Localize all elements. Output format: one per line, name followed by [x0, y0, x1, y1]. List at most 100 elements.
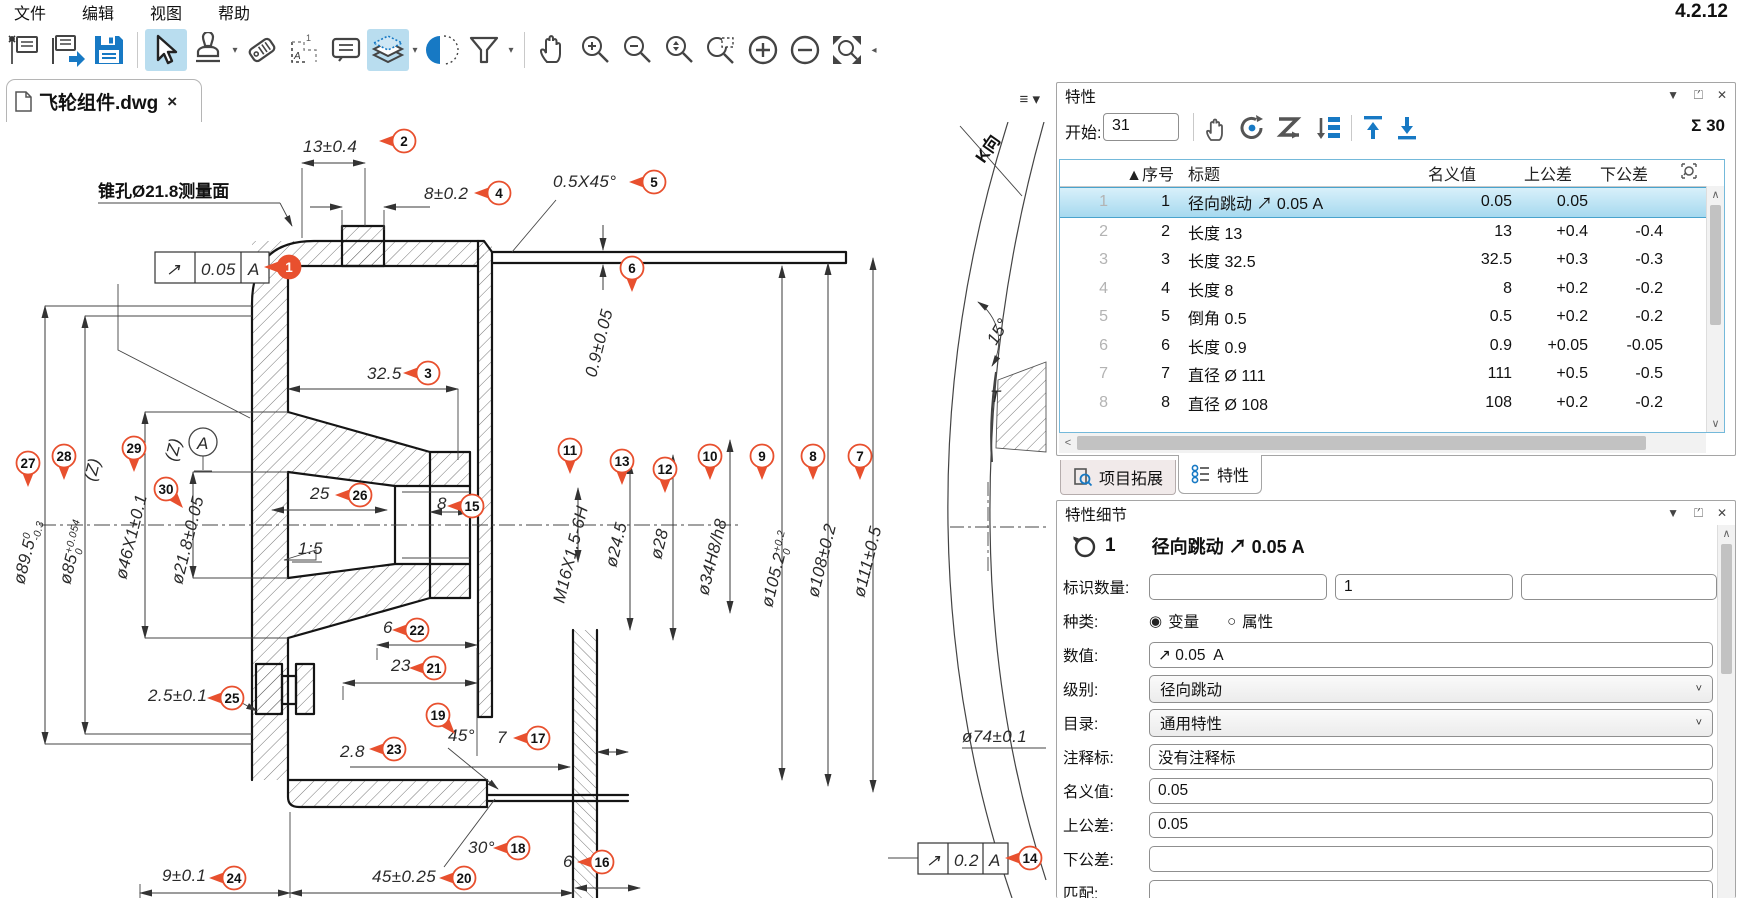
z-order-icon[interactable]: [1275, 113, 1305, 143]
scroll-left-icon[interactable]: <: [1059, 437, 1077, 449]
open-document-icon[interactable]: [46, 29, 88, 71]
tab-close-icon[interactable]: ×: [167, 92, 177, 112]
panel-close-icon[interactable]: ✕: [1717, 88, 1727, 102]
menu-help[interactable]: 帮助: [218, 0, 250, 24]
balloon-20[interactable]: 20: [439, 867, 476, 890]
balloon-21[interactable]: 21: [409, 657, 446, 680]
select-cursor-icon[interactable]: [145, 29, 187, 71]
balloon-29[interactable]: 29: [123, 437, 146, 473]
detail-vertical-scrollbar[interactable]: ∧: [1717, 525, 1735, 898]
renumber-rotate-icon[interactable]: [1237, 113, 1267, 143]
stamp-dropdown-icon[interactable]: ▾: [229, 45, 241, 56]
balloon-27[interactable]: 27: [17, 452, 40, 488]
filter-icon[interactable]: [463, 29, 505, 71]
pick-hand-icon[interactable]: [1203, 114, 1229, 142]
balloon-7[interactable]: 7: [849, 445, 872, 481]
table-row[interactable]: 66长度 0.90.9+0.05-0.05: [1060, 332, 1724, 361]
table-row[interactable]: 33长度 32.532.5+0.3-0.3: [1060, 246, 1724, 275]
detail-pin-icon[interactable]: ⏍: [1694, 506, 1703, 521]
decrease-icon[interactable]: [784, 29, 826, 71]
filter-dropdown-icon[interactable]: ▾: [505, 45, 517, 56]
sort-list-icon[interactable]: [1313, 113, 1343, 143]
balloon-15[interactable]: 15: [447, 495, 484, 518]
radio-attribute[interactable]: ○属性: [1227, 610, 1273, 632]
zoom-out-icon[interactable]: [616, 29, 658, 71]
layers-icon[interactable]: [367, 29, 409, 71]
zoom-in-icon[interactable]: [574, 29, 616, 71]
balloon-6[interactable]: 6: [621, 257, 644, 293]
balloon-3[interactable]: 3: [403, 362, 440, 385]
table-vertical-scrollbar[interactable]: ∧ ∨: [1706, 186, 1724, 432]
panel-pin-icon[interactable]: ⏍: [1694, 88, 1703, 103]
start-number-input[interactable]: 31: [1103, 113, 1179, 141]
scroll-up-icon[interactable]: ∧: [1707, 188, 1724, 201]
scroll-up-icon[interactable]: ∧: [1718, 527, 1735, 540]
layers-dropdown-icon[interactable]: ▾: [409, 45, 421, 56]
balloon-14[interactable]: 14: [1005, 847, 1042, 870]
menu-file[interactable]: 文件: [14, 0, 46, 24]
region-select-icon[interactable]: A1: [283, 29, 325, 71]
move-bottom-icon[interactable]: [1394, 113, 1420, 143]
table-row[interactable]: 44长度 88+0.2-0.2: [1060, 275, 1724, 304]
balloon-18[interactable]: 18: [493, 837, 530, 860]
balloon-4[interactable]: 4: [474, 182, 511, 205]
fcf-runout-14[interactable]: ↗ 0.2 A: [918, 843, 1008, 874]
balloon-28[interactable]: 28: [53, 445, 76, 481]
scroll-down-icon[interactable]: ∨: [1707, 417, 1724, 430]
balloon-24[interactable]: 24: [209, 867, 246, 890]
col-header-lower[interactable]: 下公差: [1598, 161, 1673, 185]
detail-close-icon[interactable]: ✕: [1717, 506, 1727, 520]
table-row[interactable]: 55倒角 0.50.5+0.2-0.2: [1060, 303, 1724, 332]
nominal-input[interactable]: [1149, 778, 1713, 804]
balloon-23[interactable]: 23: [369, 738, 406, 761]
balloon-11[interactable]: 11: [559, 439, 582, 475]
col-header-seq[interactable]: ▲序号: [1120, 161, 1184, 185]
drawing-canvas[interactable]: ↗ 0.05 A ↗ 0.2 A 锥孔Ø21.8测量面13±0.48±0.20.…: [0, 122, 1048, 898]
identify-count-input-2[interactable]: [1335, 574, 1513, 600]
increase-icon[interactable]: [742, 29, 784, 71]
balloon-9[interactable]: 9: [751, 445, 774, 481]
balloon-2[interactable]: 2: [379, 130, 416, 153]
table-row[interactable]: 77直径 Ø 111111+0.5-0.5: [1060, 360, 1724, 389]
collapse-arrow-icon[interactable]: ◂: [868, 45, 880, 56]
match-input[interactable]: [1149, 880, 1713, 898]
catalog-select[interactable]: 通用特性˅: [1149, 709, 1713, 737]
col-header-title[interactable]: 标题: [1184, 161, 1420, 185]
save-icon[interactable]: [88, 29, 130, 71]
panel-collapse-icon[interactable]: ▼: [1667, 88, 1679, 102]
zoom-window-icon[interactable]: [700, 29, 742, 71]
tag-icon[interactable]: [241, 29, 283, 71]
class-select[interactable]: 径向跳动˅: [1149, 675, 1713, 703]
identify-count-input-1[interactable]: [1149, 574, 1327, 600]
annotation-input[interactable]: [1149, 744, 1713, 770]
table-row[interactable]: 22长度 1313+0.4-0.4: [1060, 218, 1724, 247]
balloon-25[interactable]: 25: [207, 687, 244, 710]
new-document-icon[interactable]: [4, 29, 46, 71]
tab-list-menu-icon[interactable]: ≡ ▾: [1020, 90, 1040, 108]
balloon-19[interactable]: 19: [427, 704, 456, 735]
identify-count-input-3[interactable]: [1521, 574, 1717, 600]
fcf-runout-1[interactable]: ↗ 0.05 A: [155, 252, 269, 283]
balloon-30[interactable]: 30: [155, 478, 184, 509]
balloon-17[interactable]: 17: [513, 727, 550, 750]
pan-hand-icon[interactable]: [532, 29, 574, 71]
col-header-nominal[interactable]: 名义值: [1420, 161, 1522, 185]
table-row[interactable]: 11径向跳动 ↗ 0.05 A0.050.05: [1060, 187, 1724, 218]
table-horizontal-scrollbar[interactable]: <: [1059, 433, 1706, 453]
mirror-icon[interactable]: [421, 29, 463, 71]
balloon-10[interactable]: 10: [699, 445, 722, 481]
balloon-26[interactable]: 26: [335, 484, 372, 507]
tab-document[interactable]: 飞轮组件.dwg ×: [6, 79, 202, 123]
menu-edit[interactable]: 编辑: [82, 0, 114, 24]
tab-characteristics[interactable]: 特性: [1178, 455, 1262, 494]
upper-tolerance-input[interactable]: [1149, 812, 1713, 838]
balloon-8[interactable]: 8: [802, 445, 825, 481]
zoom-vertical-icon[interactable]: [658, 29, 700, 71]
radio-variable[interactable]: ◉变量: [1149, 610, 1199, 632]
value-input[interactable]: [1149, 642, 1713, 668]
tab-project-expand[interactable]: 项目拓展: [1060, 460, 1176, 495]
detail-collapse-icon[interactable]: ▼: [1667, 506, 1679, 520]
comment-icon[interactable]: [325, 29, 367, 71]
stamp-icon[interactable]: [187, 29, 229, 71]
table-row[interactable]: 88直径 Ø 108108+0.2-0.2: [1060, 389, 1724, 418]
